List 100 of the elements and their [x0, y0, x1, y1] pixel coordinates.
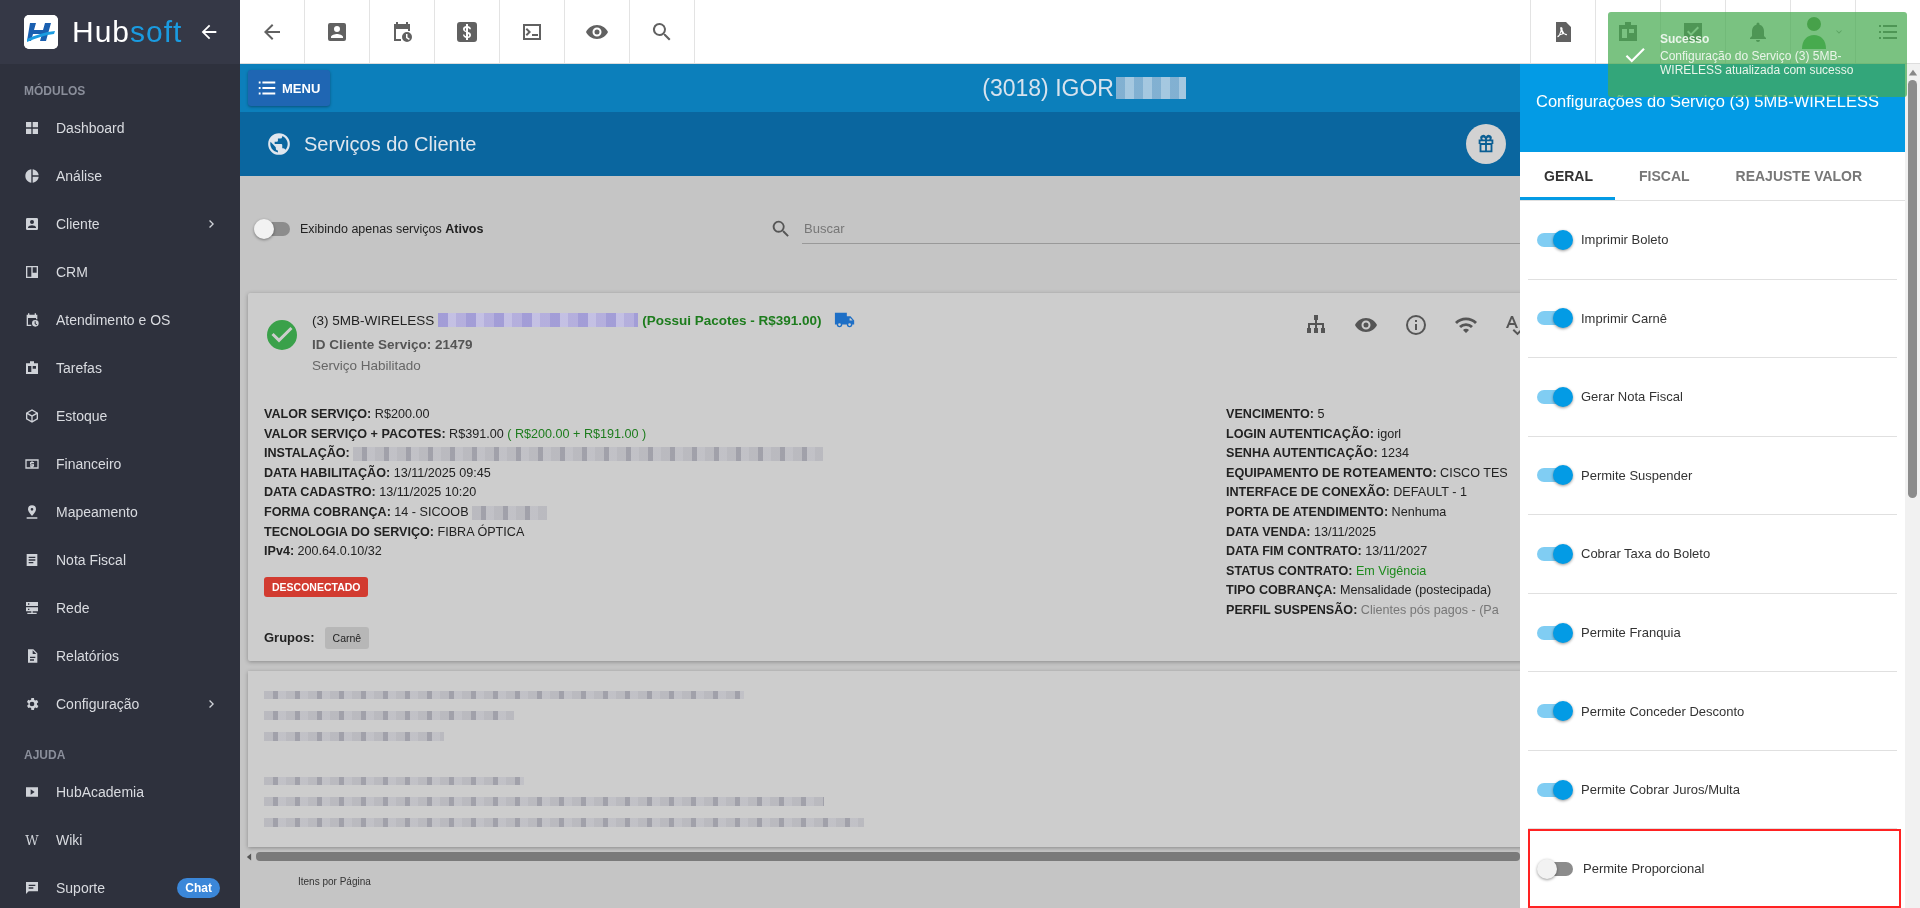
sidebar-item[interactable]: Configuração — [0, 680, 240, 728]
logo-text: Hubsoft — [72, 15, 183, 49]
box-icon — [24, 408, 40, 424]
connection-badge: DESCONECTADO — [264, 576, 369, 597]
sidebar-item[interactable]: Rede — [0, 584, 240, 632]
toggle-switch[interactable] — [1537, 704, 1571, 719]
option-label: Permite Suspender — [1581, 467, 1693, 483]
wiki-icon: W — [24, 832, 40, 848]
option-label: Gerar Nota Fiscal — [1581, 389, 1683, 405]
packages-text: (Possui Pacotes - R$391.00) — [642, 312, 822, 328]
sidebar-item[interactable]: CRM — [0, 248, 240, 296]
tab[interactable]: GERAL — [1520, 152, 1615, 200]
sidebar-item[interactable]: Relatórios — [0, 632, 240, 680]
field-text: PERFIL SUSPENSÃO: Clientes pós pagos - (Pa — [1226, 602, 1499, 617]
sidebar-item[interactable]: Dashboard — [0, 104, 240, 152]
toggle-switch[interactable] — [1537, 782, 1571, 797]
kanban-icon — [24, 264, 40, 280]
horizontal-scrollbar[interactable] — [256, 852, 1520, 862]
map-pin-icon — [24, 504, 40, 520]
pie-chart-icon — [24, 168, 40, 184]
chat-badge[interactable]: Chat — [177, 878, 220, 898]
redacted-text — [1115, 77, 1186, 99]
field-text: DATA HABILITAÇÃO: 13/11/2025 09:45 — [264, 465, 491, 480]
tab[interactable]: FISCAL — [1615, 152, 1712, 200]
toast-title: Sucesso — [1660, 32, 1711, 46]
contact-card-icon — [24, 216, 40, 232]
search-field[interactable]: Buscar — [802, 214, 1520, 244]
field-text: TIPO COBRANÇA: Mensalidade (postecipada) — [1226, 583, 1492, 598]
tab[interactable]: REAJUSTE VALOR — [1711, 152, 1885, 200]
field-text: VENCIMENTO: 5 — [1226, 407, 1325, 421]
sidebar-item[interactable]: Tarefas — [0, 344, 240, 392]
dashboard-icon — [24, 120, 40, 136]
field-text: LOGIN AUTENTICAÇÃO: igorl — [1226, 426, 1402, 441]
sidebar-item[interactable]: Atendimento e OS — [0, 296, 240, 344]
sidebar-item[interactable]: Estoque — [0, 392, 240, 440]
option-label: Cobrar Taxa do Boleto — [1581, 546, 1711, 562]
sidebar-item[interactable]: Nota Fiscal — [0, 536, 240, 584]
option-label: Imprimir Boleto — [1581, 232, 1669, 248]
sidebar-item[interactable]: Análise — [0, 152, 240, 200]
info-icon — [1404, 313, 1428, 337]
field-text: EQUIPAMENTO DE ROTEAMENTO: CISCO TES — [1226, 465, 1508, 480]
sidebar-item[interactable]: Financeiro — [0, 440, 240, 488]
sidebar-item[interactable]: HubAcademia — [0, 768, 240, 816]
scroll-left-icon[interactable] — [244, 851, 254, 862]
toggle-switch[interactable] — [1537, 625, 1571, 640]
service-id: ID Cliente Serviço: 21479 — [312, 337, 474, 352]
field-text: IPv4: 200.64.0.10/32 — [264, 544, 382, 559]
settings-icon — [24, 696, 40, 712]
option-label: Permite Franquia — [1581, 625, 1681, 640]
group-tag: Carnê — [324, 626, 370, 649]
menu-button[interactable]: MENU — [248, 70, 331, 106]
active-filter-toggle[interactable] — [256, 222, 290, 236]
vertical-scrollbar[interactable] — [1908, 80, 1917, 498]
toggle-switch[interactable] — [1539, 861, 1573, 876]
section-title: MÓDULOS — [24, 84, 86, 98]
field-text: FORMA COBRANÇA: 14 - SICOOB — [264, 504, 469, 519]
field-text: VALOR SERVIÇO + PACOTES: R$391.00 ( R$200.00 + R$191.00 ) — [264, 426, 647, 441]
toggle-switch[interactable] — [1537, 232, 1571, 247]
field-text: INTERFACE DE CONEXÃO: DEFAULT - 1 — [1226, 485, 1467, 500]
toggle-switch[interactable] — [1537, 546, 1571, 561]
banknote-icon — [24, 456, 40, 472]
field-text: PORTA DE ATENDIMENTO: Nenhuma — [1226, 504, 1447, 519]
sidebar-item[interactable]: Cliente — [0, 200, 240, 248]
sidebar-item[interactable]: Mapeamento — [0, 488, 240, 536]
play-icon — [24, 784, 40, 800]
search-icon — [770, 218, 792, 240]
groups-label: Grupos: — [264, 630, 315, 646]
field-text: VALOR SERVIÇO: R$200.00 — [264, 407, 430, 421]
option-label: Permite Conceder Desconto — [1581, 703, 1745, 719]
scroll-up-icon[interactable] — [1907, 68, 1918, 78]
page-title: Serviços do Cliente — [304, 132, 478, 156]
section-title: AJUDA — [24, 748, 66, 762]
field-text: DATA CADASTRO: 13/11/2025 10:20 — [264, 485, 477, 500]
field-text: STATUS CONTRATO: Em Vigência — [1226, 563, 1427, 578]
option-label: Permite Cobrar Juros/Multa — [1581, 782, 1740, 798]
filter-label: Exibindo apenas serviços Ativos — [300, 222, 485, 236]
board-icon — [24, 360, 40, 376]
service-name: (3) 5MB-WIRELESS — [312, 312, 435, 328]
dollar-icon — [455, 19, 479, 44]
field-text: DATA VENDA: 13/11/2025 — [1226, 524, 1377, 539]
toggle-switch[interactable] — [1537, 311, 1571, 326]
gift-button[interactable] — [1466, 124, 1506, 164]
toast-message: Configuração do Serviço (3) 5MB-WIRELESS atualizada com sucesso — [1660, 49, 1855, 77]
option-label: Permite Proporcional — [1583, 861, 1705, 877]
toggle-switch[interactable] — [1537, 468, 1571, 483]
panel-title: Configurações do Serviço (3) 5MB-WIRELESS — [1536, 92, 1879, 110]
field-text: DATA FIM CONTRATO: 13/11/2027 — [1226, 544, 1428, 559]
client-title: (3018) IGOR — [982, 74, 1114, 102]
service-status: Serviço Habilitado — [312, 358, 422, 373]
globe-icon — [266, 131, 292, 157]
sidebar-item[interactable]: W Wiki — [0, 816, 240, 864]
sidebar-item[interactable]: Suporte Chat — [0, 864, 240, 908]
field-text: SENHA AUTENTICAÇÃO: 1234 — [1226, 446, 1410, 461]
toggle-switch[interactable] — [1537, 389, 1571, 404]
field-text: TECNOLOGIA DO SERVIÇO: FIBRA ÓPTICA — [264, 524, 525, 539]
field-text: INSTALAÇÃO: — [264, 446, 351, 461]
items-per-page-label: Itens por Página — [298, 875, 372, 887]
server-icon — [24, 600, 40, 616]
option-label: Imprimir Carnê — [1581, 310, 1667, 326]
chat-icon — [24, 880, 40, 896]
